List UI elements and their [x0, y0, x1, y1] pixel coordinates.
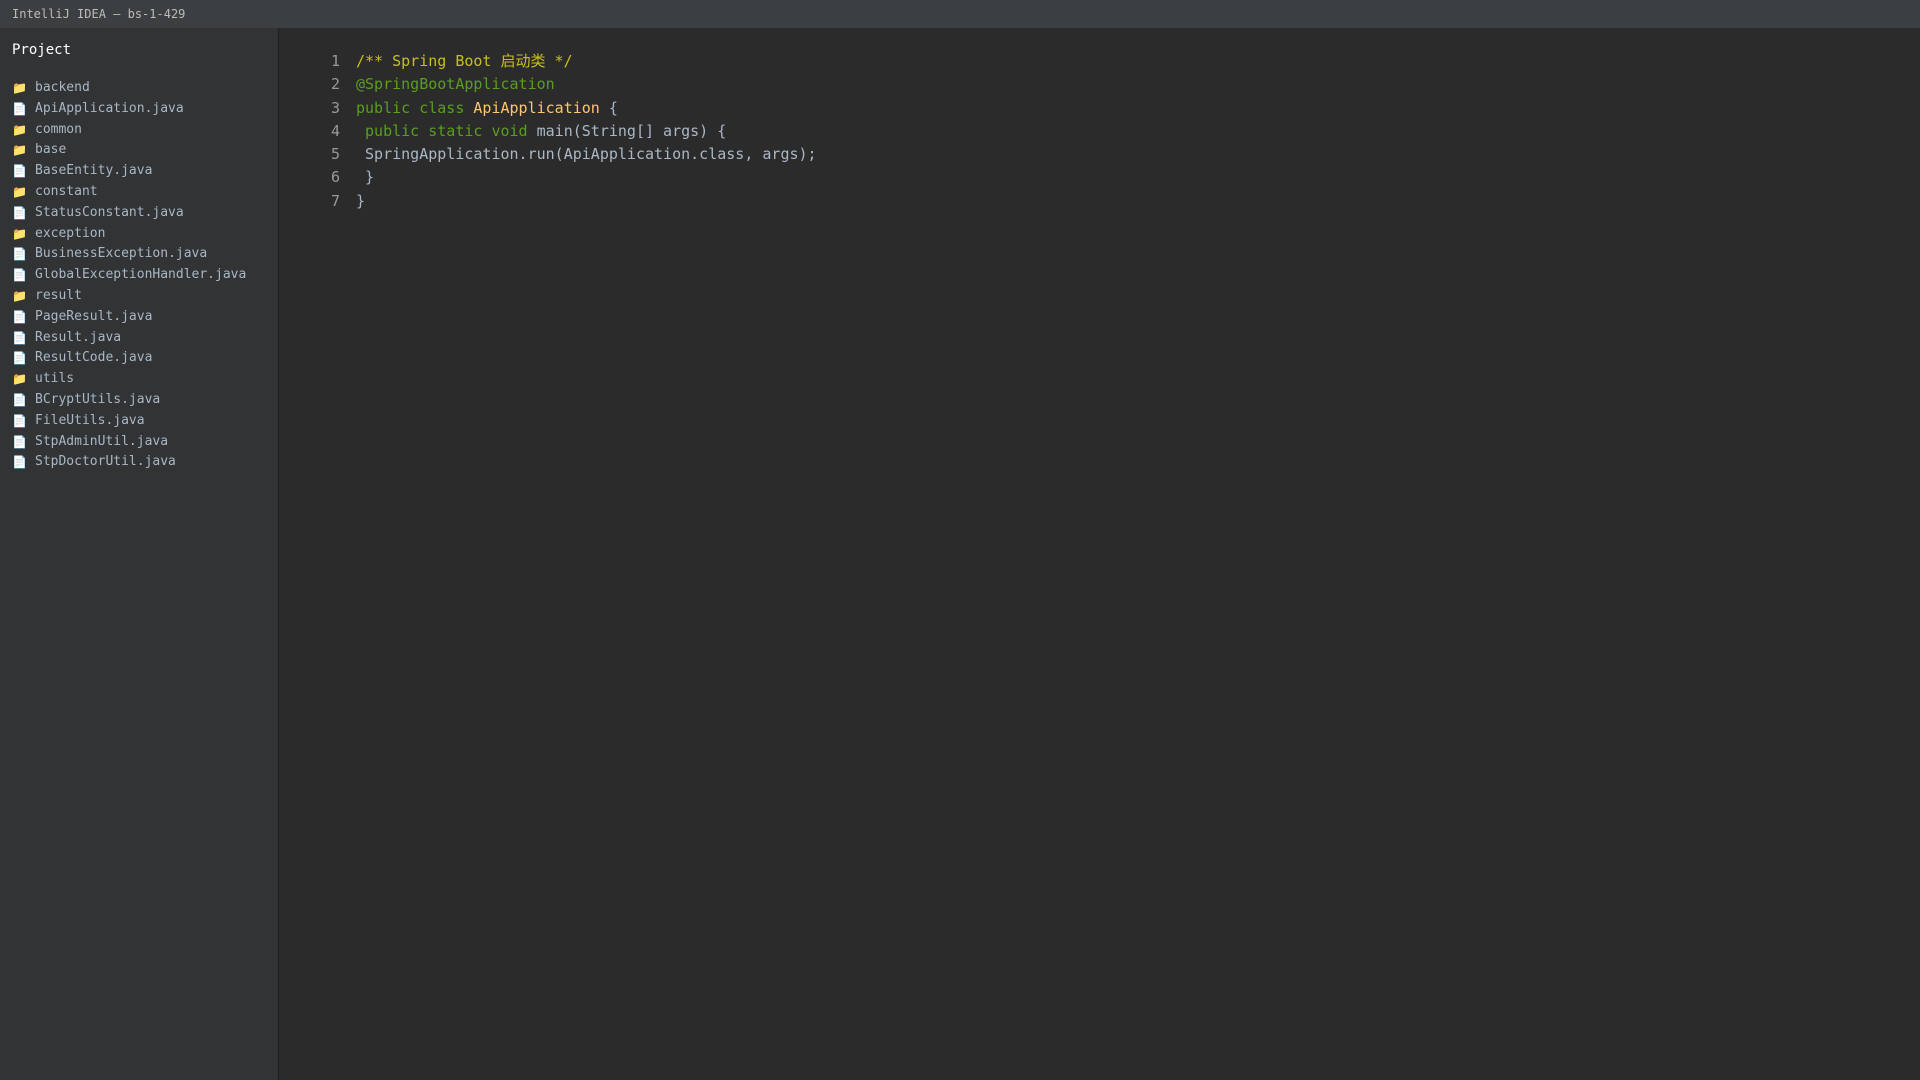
tree-folder-item[interactable]: 📁 exception: [12, 224, 246, 245]
code-text: public static void main(String[] args) {: [356, 120, 726, 143]
tree-folder-item[interactable]: 📁 backend: [12, 78, 246, 99]
tree-item-label: BCryptUtils.java: [35, 391, 161, 407]
tree-item-label: GlobalExceptionHandler.java: [35, 267, 247, 283]
code-token-plain: }: [356, 191, 366, 210]
file-icon: 📄: [12, 309, 27, 324]
folder-icon: 📁: [12, 288, 27, 303]
tree-item-label: common: [35, 121, 82, 137]
code-token-keyword: public static void: [365, 121, 537, 140]
code-token-plain: }: [356, 168, 375, 187]
tree-folder-item[interactable]: 📁 utils: [12, 369, 246, 390]
tree-item-label: StatusConstant.java: [35, 204, 184, 220]
code-line[interactable]: 5 SpringApplication.run(ApiApplication.c…: [280, 143, 817, 166]
tree-item-label: FileUtils.java: [35, 412, 145, 428]
code-line[interactable]: 6 }: [280, 166, 817, 189]
tree-file-item[interactable]: 📄 StatusConstant.java: [12, 203, 246, 224]
tree-item-label: utils: [35, 371, 75, 387]
tree-item-label: StpAdminUtil.java: [35, 433, 169, 449]
file-icon: 📄: [12, 101, 27, 116]
file-icon: 📄: [12, 268, 27, 283]
tree-item-label: exception: [35, 225, 106, 241]
tree-file-item[interactable]: 📄 GlobalExceptionHandler.java: [12, 265, 246, 286]
tree-file-item[interactable]: 📄 ResultCode.java: [12, 348, 246, 369]
line-number: 2: [330, 75, 340, 94]
file-icon: 📄: [12, 392, 27, 407]
line-number: 4: [330, 121, 340, 140]
tree-item-label: constant: [35, 183, 98, 199]
folder-icon: 📁: [12, 184, 27, 199]
tree-item-label: StpDoctorUtil.java: [35, 454, 176, 470]
tree-file-item[interactable]: 📄 FileUtils.java: [12, 411, 246, 432]
window-title: IntelliJ IDEA — bs-1-429: [12, 7, 186, 21]
tree-file-item[interactable]: 📄 BusinessException.java: [12, 244, 246, 265]
line-number: 1: [330, 52, 340, 70]
code-text: }: [356, 190, 365, 213]
code-text: public class ApiApplication {: [356, 97, 618, 120]
code-token-plain: main(String[] args) {: [536, 121, 727, 140]
file-icon: 📄: [12, 330, 27, 345]
tree-item-label: ApiApplication.java: [35, 100, 184, 116]
file-icon: 📄: [12, 247, 27, 262]
folder-icon: 📁: [12, 372, 27, 387]
tree-file-item[interactable]: 📄 Result.java: [12, 328, 246, 349]
line-number: 7: [330, 191, 340, 210]
code-line[interactable]: 2 @SpringBootApplication: [280, 73, 817, 96]
file-icon: 📄: [12, 455, 27, 470]
code-text: SpringApplication.run(ApiApplication.cla…: [356, 143, 817, 166]
project-tree: 📁 backend 📄 ApiApplication.java 📁 common 📁 base…: [12, 78, 246, 473]
window-title-bar: IntelliJ IDEA — bs-1-429: [0, 0, 1920, 28]
tree-folder-item[interactable]: 📁 base: [12, 140, 246, 161]
tree-item-label: BusinessException.java: [35, 246, 208, 262]
tree-item-label: base: [35, 142, 67, 158]
tree-item-label: backend: [35, 80, 90, 95]
file-icon: 📄: [12, 205, 27, 220]
tree-item-label: result: [35, 287, 82, 303]
code-token-keyword: public class: [356, 98, 474, 117]
code-token-classname: ApiApplication: [473, 98, 600, 117]
tree-file-item[interactable]: 📄 BaseEntity.java: [12, 161, 246, 182]
code-line[interactable]: 1 /** Spring Boot 启动类 */: [280, 50, 817, 73]
code-token-comment: /** Spring Boot 启动类 */: [356, 52, 573, 70]
code-line[interactable]: 7}: [280, 190, 817, 213]
line-number: 6: [330, 168, 340, 187]
folder-icon: 📁: [12, 143, 27, 158]
line-number: 5: [330, 145, 340, 164]
code-text: }: [356, 166, 374, 189]
tree-item-label: ResultCode.java: [35, 350, 153, 366]
line-number: 3: [330, 98, 340, 117]
tree-folder-item[interactable]: 📁 constant: [12, 182, 246, 203]
tree-file-item[interactable]: 📄 ApiApplication.java: [12, 99, 246, 120]
code-text: @SpringBootApplication: [356, 73, 555, 96]
folder-icon: 📁: [12, 81, 27, 95]
code-text: /** Spring Boot 启动类 */: [356, 50, 573, 73]
code-editor[interactable]: 1 /** Spring Boot 启动类 */ 2 @SpringBootAppli…: [280, 28, 1920, 1080]
file-icon: 📄: [12, 164, 27, 179]
tree-file-item[interactable]: 📄 PageResult.java: [12, 307, 246, 328]
sidebar-title: Project: [12, 42, 72, 58]
code-token-annotation: @SpringBootApplication: [356, 75, 555, 94]
tree-file-item[interactable]: 📄 StpAdminUtil.java: [12, 432, 246, 453]
code-token-plain: SpringApplication.run(ApiApplication.cla…: [356, 145, 817, 164]
file-icon: 📄: [12, 434, 27, 449]
code-line[interactable]: 4 public static void main(String[] args)…: [280, 120, 817, 143]
tree-folder-item[interactable]: 📁 result: [12, 286, 246, 307]
tree-item-label: PageResult.java: [35, 308, 153, 324]
tree-file-item[interactable]: 📄 BCryptUtils.java: [12, 390, 246, 411]
tree-item-label: BaseEntity.java: [35, 163, 153, 179]
file-icon: 📄: [12, 413, 27, 428]
file-icon: 📄: [12, 351, 27, 366]
project-sidebar: Project 📁 backend 📄 ApiApplication.java 📁 com…: [0, 28, 279, 1080]
folder-icon: 📁: [12, 122, 27, 137]
code-lines: 1 /** Spring Boot 启动类 */ 2 @SpringBootAppli…: [280, 50, 817, 213]
tree-item-label: Result.java: [35, 329, 122, 345]
tree-file-item[interactable]: 📄 StpDoctorUtil.java: [12, 452, 246, 473]
code-line[interactable]: 3 public class ApiApplication {: [280, 97, 817, 120]
code-token-plain: {: [599, 98, 618, 117]
tree-folder-item[interactable]: 📁 common: [12, 120, 246, 141]
folder-icon: 📁: [12, 226, 27, 241]
